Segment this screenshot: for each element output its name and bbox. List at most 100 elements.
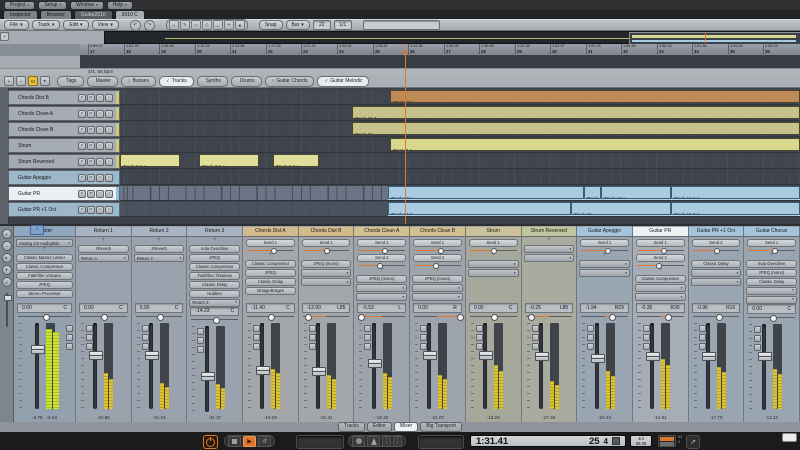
pan-slider[interactable]: [303, 313, 350, 320]
volume-readout[interactable]: 0.00 C: [17, 303, 72, 313]
plugin-slot[interactable]: mda Overdrive: [189, 245, 240, 253]
send-knob[interactable]: [656, 263, 662, 269]
transport-field[interactable]: [296, 435, 344, 449]
send-level-slider[interactable]: [247, 248, 294, 253]
fader-knob[interactable]: [89, 351, 103, 360]
document-tab[interactable]: Guitar2010: [74, 10, 113, 19]
document-tab[interactable]: Browser: [40, 10, 72, 19]
filter-tab[interactable]: Tags: [57, 76, 84, 87]
track-mini-button[interactable]: s: [78, 190, 86, 198]
track-mini-button[interactable]: s: [78, 126, 86, 134]
filter-button[interactable]: M: [28, 76, 38, 86]
toolbar-menu-button[interactable]: File▾: [4, 20, 29, 30]
pan-knob[interactable]: [609, 314, 616, 321]
bar-count-field[interactable]: 22: [313, 20, 331, 30]
undo-icon[interactable]: ↶: [130, 20, 141, 31]
track-header[interactable]: Chords Clean A smr○: [8, 106, 120, 121]
fader-slot[interactable]: [483, 323, 487, 409]
fader-knob[interactable]: [31, 345, 45, 354]
track-mini-button[interactable]: ○: [105, 110, 113, 118]
filter-tab[interactable]: ○ Guitar Chords: [265, 76, 315, 87]
overview-zoom-button[interactable]: +: [0, 32, 9, 41]
track-mini-button[interactable]: r: [96, 158, 104, 166]
strip-header[interactable]: Master: [14, 227, 75, 237]
pan-slider[interactable]: [191, 316, 238, 323]
strip-edit-button[interactable]: [86, 343, 93, 350]
strip-mute-button[interactable]: [309, 334, 316, 341]
pan-slider[interactable]: [414, 313, 461, 320]
plugin-slot[interactable]: zPEQ (mono): [412, 275, 463, 283]
pan-knob[interactable]: [305, 314, 312, 321]
marker-next-button[interactable]: ⁚: [393, 436, 402, 447]
plugin-slot[interactable]: mda Overdrive: [746, 260, 797, 268]
fader-slot[interactable]: [706, 323, 710, 409]
routing-dropdown[interactable]: ▾: [579, 260, 630, 268]
signature-tempo-box[interactable]: 4/4 65.00: [630, 435, 652, 447]
clip[interactable]: Track 13⊙: [388, 186, 584, 199]
pan-slider[interactable]: [637, 313, 684, 320]
send-level-slider[interactable]: [748, 248, 795, 253]
track-mini-button[interactable]: r: [96, 174, 104, 182]
track-mini-button[interactable]: m: [87, 206, 95, 214]
strip-solo-button[interactable]: [309, 325, 316, 332]
menu-button[interactable]: Help▾: [107, 1, 133, 10]
toolbar-menu-button[interactable]: Track▾: [32, 20, 61, 30]
routing-dropdown[interactable]: ▾: [691, 269, 742, 277]
strip-header[interactable]: Chords Clean A: [354, 227, 409, 237]
send-level-slider[interactable]: [414, 248, 461, 253]
volume-readout[interactable]: -5.53 L: [357, 303, 406, 313]
mixer-remove-icon[interactable]: −: [2, 241, 12, 251]
pan-knob[interactable]: [770, 315, 777, 322]
fader-knob[interactable]: [479, 351, 493, 360]
track-lane[interactable]: Track 10⊙: [120, 90, 800, 105]
send-knob[interactable]: [605, 248, 611, 254]
transport-field-2[interactable]: [418, 435, 464, 449]
pan-knob[interactable]: [157, 314, 164, 321]
track-mini-button[interactable]: ○: [105, 158, 113, 166]
volume-readout[interactable]: -0.35 R30: [636, 303, 685, 313]
clip[interactable]: Track 7 2⊙: [120, 154, 180, 167]
plugin-slot[interactable]: Classic Master Limiter: [16, 254, 73, 262]
metronome-button[interactable]: [367, 436, 380, 447]
send-knob[interactable]: [661, 248, 667, 254]
strip-edit-button[interactable]: [699, 343, 706, 350]
track-mini-button[interactable]: ○: [105, 142, 113, 150]
playhead[interactable]: [405, 44, 406, 224]
track-mini-button[interactable]: r: [96, 142, 104, 150]
track-lane[interactable]: Track 15 4: [120, 106, 800, 121]
plugin-slot[interactable]: zPEQ (mono): [746, 269, 797, 277]
routing-dropdown[interactable]: ▾: [468, 269, 519, 277]
plugin-slot[interactable]: zPEQ: [16, 281, 73, 289]
send-level-slider[interactable]: [693, 248, 740, 253]
fader-slot[interactable]: [149, 323, 153, 409]
grid-mode-dropdown[interactable]: Bar▾: [286, 20, 310, 30]
send-slot[interactable]: Send 2: [413, 254, 462, 262]
fader-slot[interactable]: [650, 323, 654, 409]
send-level-slider[interactable]: [581, 248, 628, 253]
play-button[interactable]: ▶: [243, 436, 256, 447]
strip-edit-button[interactable]: [197, 346, 204, 353]
track-lane[interactable]: Track 7 2⊙ Track 7 2⊙: [120, 154, 800, 169]
track-mini-button[interactable]: ○: [105, 94, 113, 102]
track-mini-button[interactable]: r: [96, 206, 104, 214]
send-level-slider[interactable]: [414, 263, 461, 268]
send-slot[interactable]: Send 2: [636, 254, 685, 262]
routing-dropdown[interactable]: ▾: [301, 278, 352, 286]
filter-tab[interactable]: Synths: [197, 76, 228, 87]
document-tab[interactable]: Inspector: [3, 10, 38, 19]
stop-button[interactable]: [228, 436, 241, 447]
strip-mute-button[interactable]: [532, 334, 539, 341]
clip[interactable]: Track 15 4: [352, 106, 800, 119]
song-overview[interactable]: [104, 31, 800, 44]
routing-dropdown[interactable]: ▾: [524, 254, 575, 262]
send-slot[interactable]: Send 1: [580, 239, 629, 247]
track-header[interactable]: Guitar Apeggio smr○: [8, 170, 120, 185]
track-mini-button[interactable]: s: [78, 206, 86, 214]
routing-dropdown[interactable]: ▾: [635, 284, 686, 292]
track-mini-button[interactable]: ○: [105, 206, 113, 214]
clip[interactable]: Track 7⊙: [390, 138, 800, 151]
plugin-slot[interactable]: zPEQ (mono): [356, 275, 407, 283]
strip-edit-button[interactable]: [142, 343, 149, 350]
track-mini-button[interactable]: s: [78, 94, 86, 102]
track-mini-button[interactable]: m: [87, 174, 95, 182]
